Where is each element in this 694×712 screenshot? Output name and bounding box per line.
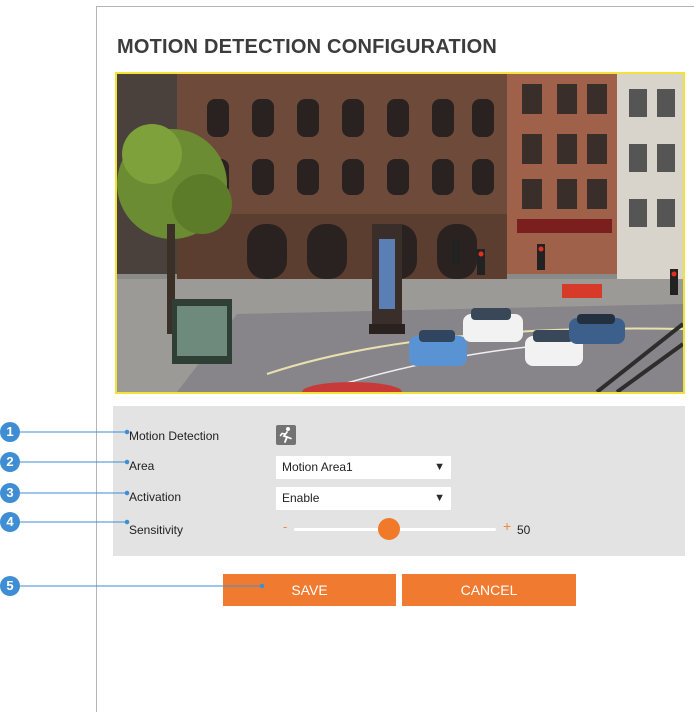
area-select-value: Motion Area1 — [282, 460, 353, 474]
caret-down-icon: ▼ — [434, 492, 445, 504]
area-label: Area — [129, 459, 155, 473]
sensitivity-minus[interactable]: - — [283, 519, 287, 534]
camera-preview[interactable] — [115, 72, 685, 394]
sensitivity-value: 50 — [517, 523, 531, 537]
page-title: MOTION DETECTION CONFIGURATION — [117, 36, 498, 58]
sensitivity-plus[interactable]: + — [503, 518, 511, 534]
motion-detection-toggle[interactable] — [276, 425, 296, 445]
sensitivity-slider-thumb[interactable] — [378, 518, 400, 540]
activation-select[interactable]: Enable ▼ — [276, 487, 451, 510]
caret-down-icon: ▼ — [434, 461, 445, 473]
camera-feed-image — [117, 74, 683, 392]
callout-4: 4 — [0, 512, 20, 532]
area-select[interactable]: Motion Area1 ▼ — [276, 456, 451, 479]
activation-label: Activation — [129, 490, 182, 504]
running-person-icon — [279, 427, 292, 443]
save-button[interactable]: SAVE — [223, 574, 396, 606]
motion-detection-label: Motion Detection — [129, 429, 220, 443]
callout-1: 1 — [0, 422, 20, 442]
callout-5: 5 — [0, 576, 20, 596]
activation-select-value: Enable — [282, 491, 320, 505]
callout-2: 2 — [0, 452, 20, 472]
callout-3: 3 — [0, 483, 20, 503]
sensitivity-label: Sensitivity — [129, 523, 184, 537]
cancel-button[interactable]: CANCEL — [402, 574, 576, 606]
